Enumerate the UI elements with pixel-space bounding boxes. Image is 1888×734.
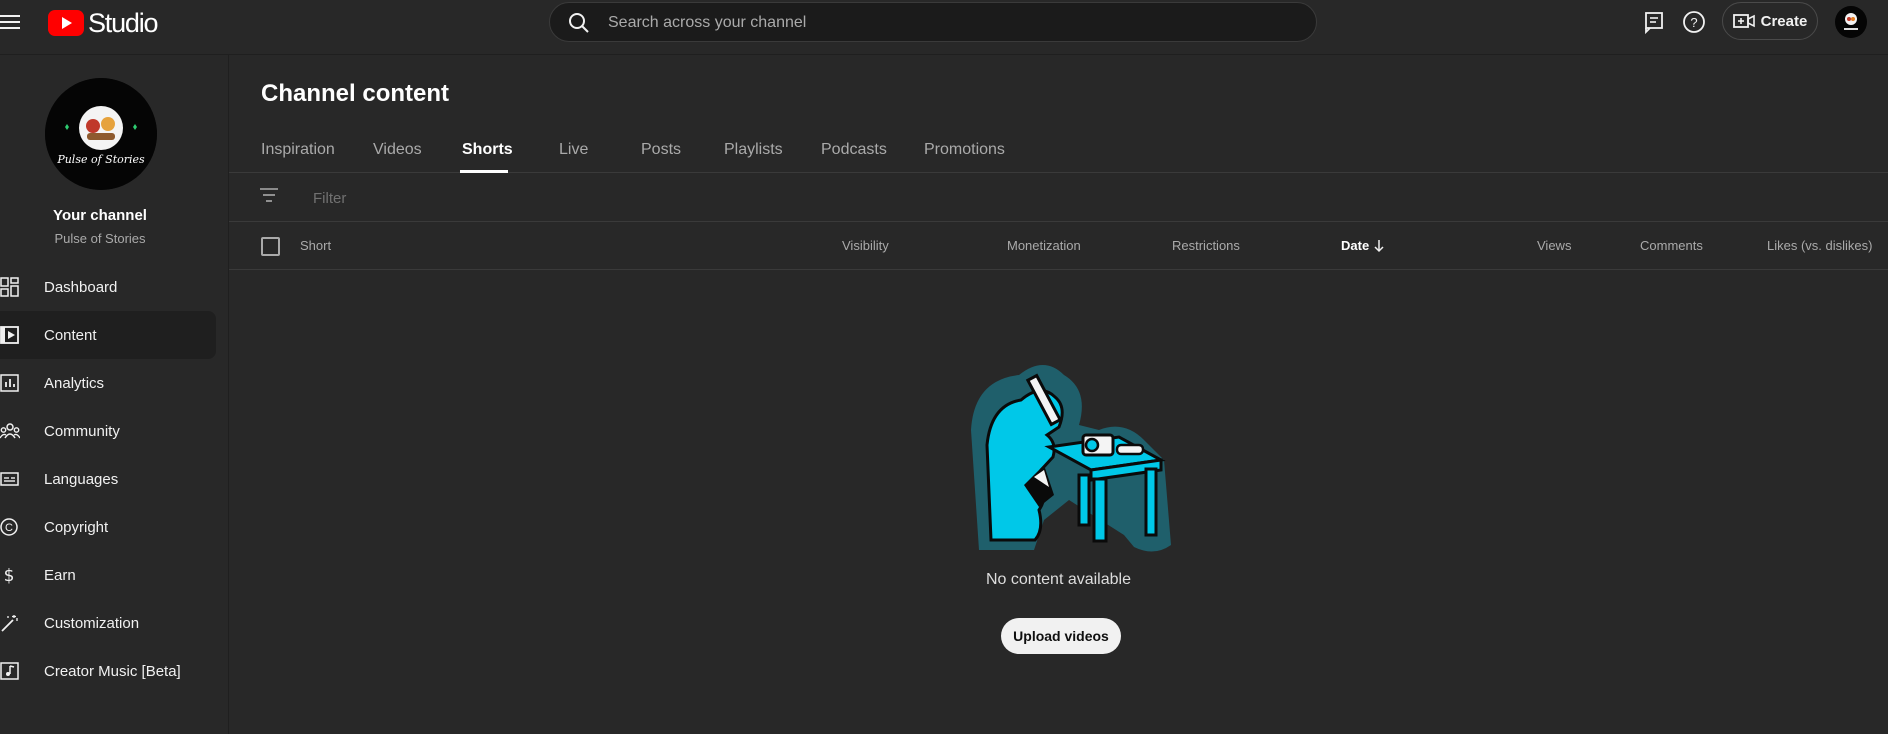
feedback-icon[interactable] [1641, 9, 1667, 35]
tab-videos[interactable]: Videos [373, 141, 422, 171]
tab-live[interactable]: Live [559, 141, 588, 171]
tab-inspiration[interactable]: Inspiration [261, 141, 335, 171]
earn-icon: $ [0, 565, 20, 585]
create-button[interactable]: Create [1722, 2, 1818, 40]
sidebar-nav: Dashboard Content Analytics Community La… [0, 263, 216, 695]
customization-icon [0, 613, 20, 633]
languages-icon [0, 469, 20, 489]
sidebar-item-analytics[interactable]: Analytics [0, 359, 216, 407]
svg-text:C: C [5, 522, 13, 534]
sidebar-item-earn[interactable]: $ Earn [0, 551, 216, 599]
tab-promotions[interactable]: Promotions [924, 141, 1005, 171]
search-icon [568, 12, 590, 34]
column-date-label: Date [1341, 238, 1370, 253]
creator-music-icon [0, 661, 20, 681]
svg-text:?: ? [1690, 15, 1697, 30]
column-restrictions: Restrictions [1172, 238, 1240, 253]
channel-name: Pulse of Stories [54, 231, 146, 246]
upload-videos-button[interactable]: Upload videos [1001, 618, 1121, 654]
sidebar-item-dashboard[interactable]: Dashboard [0, 263, 216, 311]
top-bar: Studio ? Create [0, 0, 1888, 55]
avatar-channel-text: Pulse of Stories [56, 153, 145, 166]
tab-podcasts[interactable]: Podcasts [821, 141, 887, 171]
column-date[interactable]: Date [1341, 238, 1385, 253]
tab-playlists[interactable]: Playlists [724, 141, 783, 171]
column-views: Views [1537, 238, 1572, 253]
sidebar-item-label: Content [44, 326, 97, 344]
copyright-icon: C [0, 517, 20, 537]
sort-down-icon [1374, 239, 1384, 252]
sidebar-item-label: Earn [44, 566, 76, 584]
sidebar-item-label: Languages [44, 470, 119, 488]
tab-posts[interactable]: Posts [641, 141, 681, 171]
youtube-logo-icon [48, 10, 84, 36]
sidebar-item-label: Community [44, 422, 120, 440]
channel-avatar[interactable]: Pulse of Stories [45, 78, 157, 190]
sidebar-item-label: Creator Music [Beta] [44, 662, 181, 680]
table-header: Short Visibility Monetization Restrictio… [229, 222, 1888, 270]
page-title: Channel content [261, 80, 450, 107]
main-content: Channel content Inspiration Videos Short… [229, 55, 1888, 734]
search-input[interactable] [606, 3, 1290, 43]
column-short: Short [300, 238, 332, 253]
empty-state-text: No content available [986, 571, 1131, 588]
column-likes: Likes (vs. dislikes) [1767, 238, 1873, 253]
svg-text:$: $ [4, 566, 15, 585]
analytics-icon [0, 373, 20, 393]
logo-text: Studio [88, 7, 159, 38]
content-tabs: Inspiration Videos Shorts Live Posts Pla… [229, 124, 1888, 173]
column-comments: Comments [1640, 238, 1703, 253]
menu-icon[interactable] [0, 13, 22, 31]
filter-icon[interactable] [260, 188, 278, 202]
dashboard-icon [0, 277, 20, 297]
sidebar-item-label: Copyright [44, 518, 109, 536]
create-video-icon [1732, 14, 1755, 28]
help-icon[interactable]: ? [1681, 9, 1707, 35]
sidebar: Pulse of Stories Your channel Pulse of S… [0, 55, 229, 734]
create-label: Create [1760, 12, 1808, 30]
sidebar-item-label: Customization [44, 614, 140, 632]
sidebar-item-copyright[interactable]: C Copyright [0, 503, 216, 551]
select-all-checkbox[interactable] [261, 237, 280, 256]
empty-state-illustration [949, 335, 1189, 555]
column-monetization: Monetization [1007, 238, 1081, 253]
column-visibility: Visibility [842, 238, 889, 253]
content-icon [0, 325, 20, 345]
search-bar[interactable] [549, 2, 1317, 43]
account-avatar[interactable] [1835, 6, 1867, 38]
sidebar-item-creator-music[interactable]: Creator Music [Beta] [0, 647, 216, 695]
sidebar-item-label: Analytics [44, 374, 105, 392]
filter-bar [229, 173, 1888, 222]
sidebar-item-customization[interactable]: Customization [0, 599, 216, 647]
filter-input[interactable] [311, 183, 915, 213]
sidebar-item-content[interactable]: Content [0, 311, 216, 359]
your-channel-label[interactable]: Your channel [0, 207, 200, 224]
studio-logo[interactable]: Studio [48, 7, 159, 38]
sidebar-item-languages[interactable]: Languages [0, 455, 216, 503]
sidebar-item-community[interactable]: Community [0, 407, 216, 455]
tab-shorts[interactable]: Shorts [462, 141, 513, 171]
sidebar-item-label: Dashboard [44, 278, 118, 296]
community-icon [0, 421, 20, 441]
